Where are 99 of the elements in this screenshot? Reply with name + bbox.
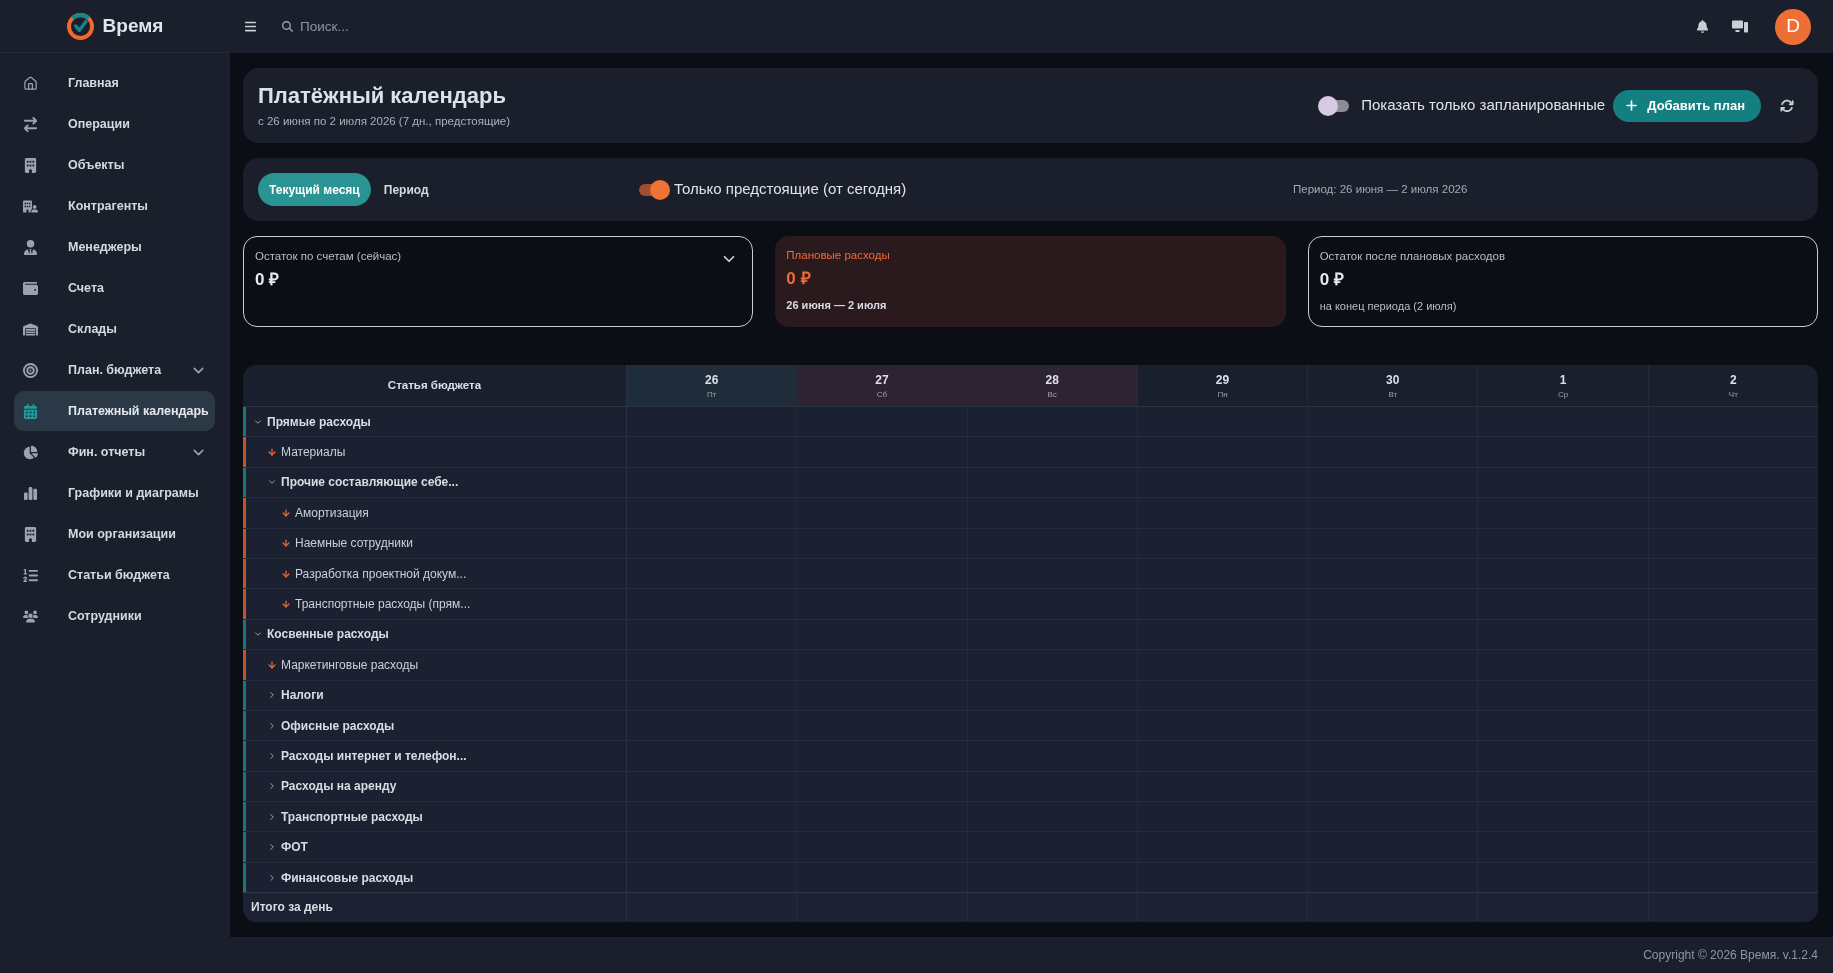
category-label: Транспортные расходы (прям... bbox=[295, 596, 471, 614]
sidebar-item[interactable]: Склады bbox=[14, 309, 215, 349]
logo-text: Время bbox=[102, 13, 164, 38]
toggle-label: Показать только запланированные bbox=[1361, 95, 1606, 116]
search-field[interactable]: Поиск... bbox=[300, 14, 602, 39]
sidebar-item[interactable]: План. бюджета bbox=[14, 350, 215, 390]
building-icon bbox=[22, 157, 38, 173]
chevron-right-icon[interactable] bbox=[267, 751, 277, 761]
sidebar-item[interactable]: Главная bbox=[14, 63, 215, 103]
plus-icon bbox=[1625, 99, 1639, 112]
down-arrow-icon bbox=[281, 599, 291, 610]
weekday-label: Вс bbox=[1047, 389, 1057, 399]
building-person-icon bbox=[22, 198, 38, 214]
toggle-label: Только предстоящие (от сегодня) bbox=[674, 179, 907, 200]
sidebar-item[interactable]: Счета bbox=[14, 268, 215, 308]
tab[interactable]: Текущий месяц bbox=[258, 173, 371, 206]
day-number: 29 bbox=[1215, 372, 1230, 387]
chevron-right-icon[interactable] bbox=[267, 811, 277, 822]
sidebar-item[interactable]: Фин. отчеты bbox=[14, 432, 215, 472]
arrows-icon bbox=[22, 116, 38, 132]
chevron-right-icon[interactable] bbox=[267, 842, 277, 853]
category-label: Расходы интернет и телефон... bbox=[281, 748, 467, 765]
page-title: Платёжный календарь bbox=[258, 83, 507, 109]
card-note: 26 июня — 2 июля bbox=[786, 298, 888, 312]
people-icon bbox=[22, 608, 38, 624]
menu-icon[interactable] bbox=[244, 20, 257, 33]
pie-chart-icon bbox=[22, 444, 38, 460]
logo-icon bbox=[66, 12, 94, 40]
weekday-label: Пт bbox=[706, 389, 717, 399]
page-subtitle: с 26 июня по 2 июля 2026 (7 дн., предстоящие) bbox=[258, 114, 511, 128]
weekday-label: Вт bbox=[1388, 389, 1398, 399]
weekday-label: Пн bbox=[1217, 389, 1228, 399]
down-arrow-icon bbox=[267, 447, 277, 458]
bar-chart-icon bbox=[22, 485, 38, 501]
day-number: 1 bbox=[1559, 372, 1567, 387]
category-label: Маркетинговые расходы bbox=[281, 656, 418, 674]
card-label: Плановые расходы bbox=[786, 248, 890, 262]
sidebar-item[interactable]: Платежный календарь bbox=[14, 391, 215, 431]
person-icon bbox=[22, 239, 38, 255]
category-label: Амортизация bbox=[295, 504, 369, 522]
warehouse-icon bbox=[22, 321, 38, 337]
day-number: 28 bbox=[1045, 372, 1059, 387]
sidebar-item[interactable]: Менеджеры bbox=[14, 227, 215, 267]
house-icon bbox=[22, 75, 38, 91]
sidebar-item[interactable]: Статьи бюджета bbox=[14, 555, 215, 595]
sidebar-item[interactable]: Графики и диаграмы bbox=[14, 473, 215, 513]
chevron-right-icon[interactable] bbox=[267, 781, 277, 792]
sidebar-item[interactable]: Контрагенты bbox=[14, 186, 215, 226]
monitor-icon[interactable] bbox=[1732, 20, 1748, 33]
category-label: Прочие составляющие себе... bbox=[281, 474, 459, 492]
total-label: Итого за день bbox=[251, 899, 333, 917]
chevron-right-icon[interactable] bbox=[267, 690, 277, 701]
sidebar-item[interactable]: Сотрудники bbox=[14, 596, 215, 636]
down-arrow-icon bbox=[281, 568, 291, 579]
day-number: 30 bbox=[1386, 372, 1400, 387]
down-arrow-icon bbox=[267, 659, 277, 670]
card-value: 0 ₽ bbox=[1319, 270, 1345, 290]
category-label: Финансовые расходы bbox=[281, 869, 414, 887]
copyright-text: Copyright © 2026 Время. v.1.2.4 bbox=[1643, 947, 1818, 964]
card-value: 0 ₽ bbox=[255, 270, 281, 290]
column-header: Статья бюджета bbox=[243, 365, 627, 406]
chevron-right-icon[interactable] bbox=[267, 720, 277, 731]
category-label: Косвенные расходы bbox=[267, 626, 389, 644]
weekday-label: Сб bbox=[876, 389, 888, 399]
weekday-label: Чт bbox=[1728, 389, 1738, 399]
day-number: 2 bbox=[1730, 372, 1737, 387]
category-label: Разработка проектной докум... bbox=[295, 565, 467, 583]
search-icon bbox=[282, 21, 293, 32]
down-arrow-icon bbox=[281, 507, 291, 518]
sidebar-item[interactable]: Мои организации bbox=[14, 514, 215, 554]
card-note: на конец периода (2 июля) bbox=[1319, 299, 1458, 313]
category-label: Транспортные расходы bbox=[281, 808, 423, 826]
add-plan-button[interactable]: Добавить план bbox=[1613, 89, 1761, 122]
bell-icon[interactable] bbox=[1696, 20, 1709, 33]
card-label: Остаток по счетам (сейчас) bbox=[255, 249, 402, 263]
card-value: 0 ₽ bbox=[786, 269, 812, 289]
numbered-list-icon bbox=[22, 567, 38, 583]
category-label: Прямые расходы bbox=[267, 413, 371, 431]
period-text: Период: 26 июня — 2 июля 2026 bbox=[1293, 181, 1468, 197]
category-label: Офисные расходы bbox=[281, 717, 395, 735]
category-label: Налоги bbox=[281, 687, 324, 705]
tab[interactable]: Период bbox=[372, 173, 440, 206]
target-icon bbox=[22, 362, 38, 378]
category-label: Наемные сотрудники bbox=[295, 535, 413, 553]
building-icon bbox=[22, 526, 38, 542]
sidebar-item[interactable]: Операции bbox=[14, 104, 215, 144]
day-number: 27 bbox=[875, 372, 889, 387]
card-label: Остаток после плановых расходов bbox=[1319, 249, 1505, 263]
down-arrow-icon bbox=[281, 538, 291, 549]
day-number: 26 bbox=[704, 372, 719, 387]
wallet-icon bbox=[22, 280, 38, 296]
sidebar-item[interactable]: Объекты bbox=[14, 145, 215, 185]
calendar-icon bbox=[22, 403, 38, 419]
category-label: ФОТ bbox=[281, 839, 308, 857]
category-label: Материалы bbox=[281, 444, 346, 462]
category-label: Расходы на аренду bbox=[281, 778, 397, 796]
weekday-label: Ср bbox=[1557, 389, 1569, 399]
chevron-right-icon[interactable] bbox=[267, 872, 277, 883]
refresh-icon[interactable] bbox=[1780, 98, 1794, 113]
